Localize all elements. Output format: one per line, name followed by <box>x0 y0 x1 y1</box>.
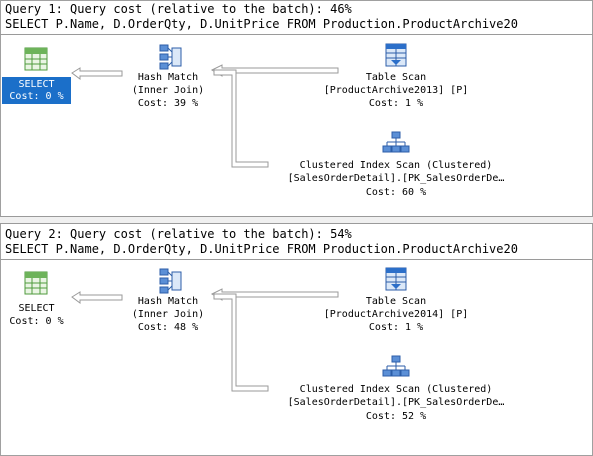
hash-match-icon[interactable] <box>157 266 183 294</box>
table-scan-cost: Cost: 1 % <box>368 98 424 109</box>
table-scan-label: Table Scan <box>365 296 427 307</box>
table-scan-cost: Cost: 1 % <box>368 322 424 333</box>
pane-splitter[interactable] <box>0 216 593 224</box>
clustered-index-scan-label: Clustered Index Scan (Clustered) <box>299 160 493 171</box>
hash-match-cost: Cost: 39 % <box>137 98 199 109</box>
select-icon[interactable] <box>23 46 49 72</box>
table-scan-icon[interactable] <box>384 266 408 292</box>
table-scan-sub: [ProductArchive2013] [P] <box>323 85 469 96</box>
hash-match-cost: Cost: 48 % <box>137 322 199 333</box>
table-scan-icon[interactable] <box>384 42 408 68</box>
clustered-index-scan-label: Clustered Index Scan (Clustered) <box>299 384 493 395</box>
select-label: SELECT <box>18 303 55 314</box>
clustered-index-scan-cost: Cost: 52 % <box>365 411 427 422</box>
hash-match-label: Hash Match <box>137 296 199 307</box>
select-icon[interactable] <box>23 270 49 296</box>
select-label: SELECT <box>18 79 55 90</box>
arrow-cix-to-hash-2 <box>213 293 269 392</box>
hash-match-sub: (Inner Join) <box>131 85 205 96</box>
clustered-index-scan-icon[interactable] <box>382 130 410 156</box>
clustered-index-scan-icon[interactable] <box>382 354 410 380</box>
clustered-index-scan-sub: [SalesOrderDetail].[PK_SalesOrderDe… <box>287 173 505 184</box>
clustered-index-scan-cost: Cost: 60 % <box>365 187 427 198</box>
table-scan-label: Table Scan <box>365 72 427 83</box>
select-cost: Cost: 0 % <box>9 316 64 327</box>
arrow-cix-to-hash <box>213 69 269 168</box>
hash-match-label: Hash Match <box>137 72 199 83</box>
hash-match-icon[interactable] <box>157 42 183 70</box>
hash-match-sub: (Inner Join) <box>131 309 205 320</box>
select-cost: Cost: 0 % <box>9 91 64 102</box>
table-scan-sub: [ProductArchive2014] [P] <box>323 309 469 320</box>
clustered-index-scan-sub: [SalesOrderDetail].[PK_SalesOrderDe… <box>287 397 505 408</box>
arrow-hash-to-select-2 <box>71 291 123 304</box>
arrow-hash-to-select <box>71 67 123 80</box>
